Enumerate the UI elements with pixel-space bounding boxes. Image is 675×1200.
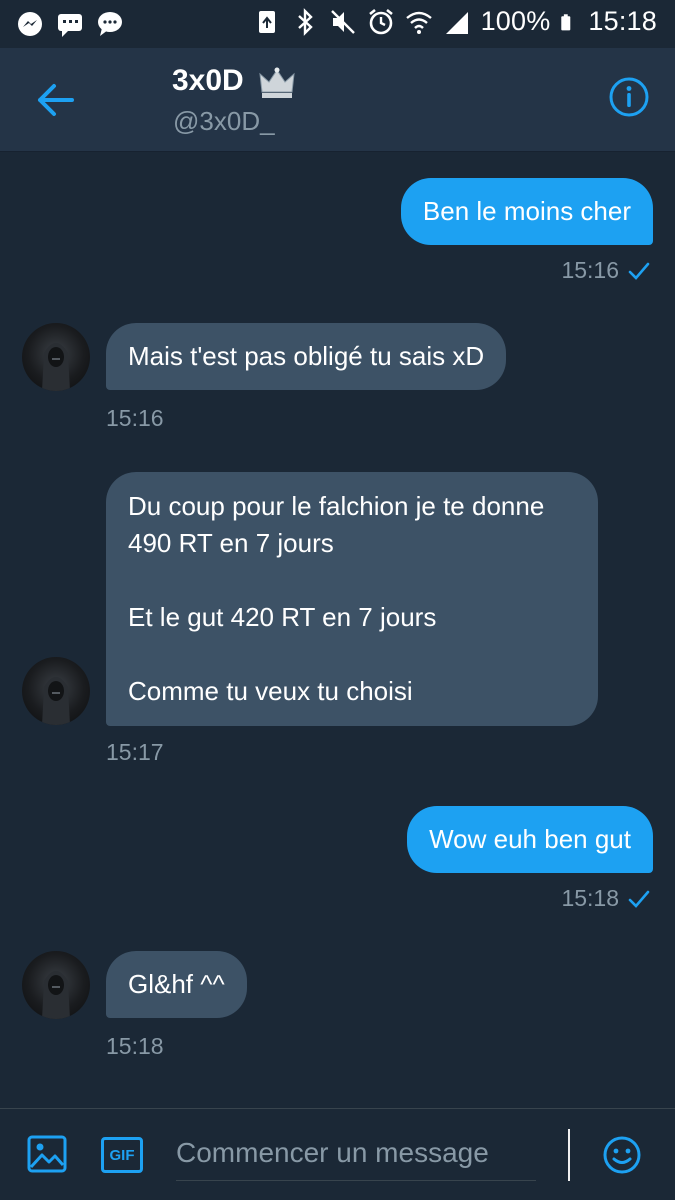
- message-timestamp: 15:18: [106, 1033, 164, 1059]
- bluetooth-icon: [297, 7, 313, 36]
- avatar[interactable]: [22, 951, 90, 1019]
- messenger-icon: [18, 12, 42, 36]
- message-timestamp: 15:17: [106, 739, 164, 765]
- status-time: 15:18: [588, 6, 657, 36]
- message-line: Comme tu veux tu choisi: [128, 676, 413, 706]
- message-bubble-outgoing[interactable]: Ben le moins cher: [400, 178, 653, 245]
- message-bubble-incoming[interactable]: Gl&hf ^^: [106, 951, 247, 1018]
- status-bar: 100% 15:18: [0, 0, 675, 48]
- signal-icon: [445, 11, 468, 34]
- alarm-icon: [368, 8, 393, 34]
- battery-percent: 100%: [480, 6, 551, 36]
- status-bar-system: 100% 15:18: [253, 6, 657, 37]
- message-input[interactable]: [176, 1125, 536, 1181]
- crown-emoji-icon: [259, 67, 295, 98]
- avatar[interactable]: [22, 657, 90, 725]
- message-bubble-outgoing[interactable]: Wow euh ben gut: [407, 806, 653, 873]
- status-bar-notifications: [16, 10, 124, 38]
- message-line: Et le gut 420 RT en 7 jours: [128, 602, 437, 632]
- message-timestamp: 15:16: [561, 257, 619, 283]
- recycle-icon: [258, 10, 275, 33]
- message-text: Mais t'est pas obligé tu sais xD: [128, 341, 485, 371]
- conversation-header: 3x0D @3x0D_: [0, 48, 675, 152]
- message-line: [128, 636, 576, 673]
- avatar[interactable]: [22, 323, 90, 391]
- read-check-icon: [628, 890, 650, 908]
- chat-bubble-icon: [98, 12, 122, 36]
- read-check-icon: [628, 262, 650, 280]
- hooded-figure-icon: [42, 677, 70, 725]
- message-line: [128, 562, 576, 599]
- message-bubble-incoming[interactable]: Du coup pour le falchion je te donne 490…: [106, 472, 598, 726]
- gif-button[interactable]: GIF: [101, 1137, 143, 1173]
- mute-icon: [330, 9, 355, 34]
- contact-name[interactable]: 3x0D: [172, 64, 244, 98]
- message-text: Ben le moins cher: [422, 196, 631, 226]
- image-attach-button[interactable]: [26, 1134, 68, 1174]
- message-line: 490 RT en 7 jours: [128, 528, 334, 558]
- composer-divider: [568, 1129, 570, 1181]
- chat-icon: [58, 14, 82, 37]
- contact-handle[interactable]: @3x0D_: [173, 106, 275, 137]
- emoji-button[interactable]: [602, 1135, 642, 1175]
- message-line: Du coup pour le falchion je te donne: [128, 491, 545, 521]
- message-text: Wow euh ben gut: [429, 824, 631, 854]
- battery-icon: [561, 13, 571, 30]
- message-timestamp: 15:16: [106, 405, 164, 431]
- wifi-icon: [405, 11, 432, 34]
- message-bubble-incoming[interactable]: Mais t'est pas obligé tu sais xD: [106, 323, 507, 390]
- hooded-figure-icon: [42, 343, 70, 391]
- message-timestamp: 15:18: [561, 885, 619, 911]
- gif-label: GIF: [109, 1146, 135, 1164]
- message-text: Gl&hf ^^: [128, 969, 225, 999]
- back-button[interactable]: [32, 78, 80, 122]
- message-composer: GIF: [0, 1108, 675, 1200]
- hooded-figure-icon: [42, 971, 70, 1019]
- info-button[interactable]: [608, 76, 650, 118]
